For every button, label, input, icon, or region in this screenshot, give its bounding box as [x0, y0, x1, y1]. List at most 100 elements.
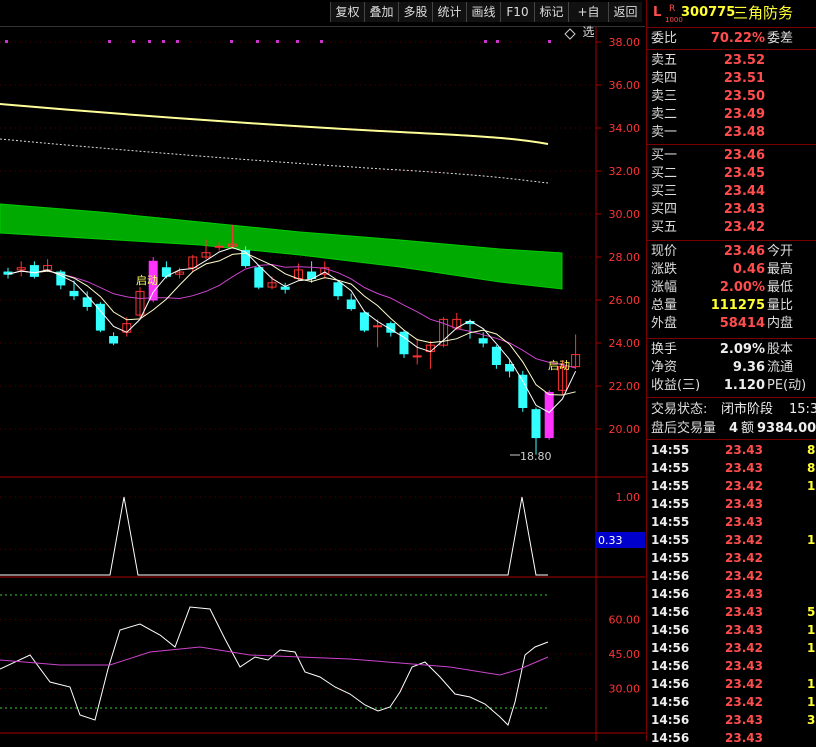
tick-time: 14:55 — [651, 551, 690, 565]
tick-row: 14:56 23.43 1 — [647, 621, 816, 639]
stat-value: 58414 — [719, 316, 765, 331]
stat-label: 总量 — [651, 298, 678, 313]
trend-band — [0, 203, 563, 290]
kline-chart[interactable]: 38.00 36.00 34.00 32.00 30.00 28.00 26.00 24.00… — [0, 27, 645, 741]
price-axis-label: 38.00 — [609, 36, 641, 49]
quote-panel: L R 1000 300775 三角防务 委比 70.22% 委差 卖五 23.52 卖四… — [646, 0, 816, 745]
stock-code: 300775 — [681, 5, 736, 20]
toolbar-button-2[interactable]: 多股 — [398, 2, 432, 22]
tick-price: 23.43 — [725, 587, 763, 601]
candle — [214, 245, 224, 248]
candle — [109, 336, 119, 344]
trade-status-time: 15:3 — [789, 402, 816, 417]
after-hours-volume: 4 — [729, 421, 739, 436]
signal-dot — [108, 40, 111, 43]
tick-price: 23.43 — [725, 731, 763, 745]
stat-row: 外盘 58414 内盘 — [647, 315, 816, 333]
candle — [491, 346, 501, 365]
toolbar-button-4[interactable]: 画线 — [466, 2, 500, 22]
tick-price: 23.42 — [725, 677, 763, 691]
tick-row: 14:56 23.43 5 — [647, 603, 816, 621]
stock-name: 三角防务 — [733, 4, 794, 22]
tick-row: 14:55 23.43 8 — [647, 441, 816, 459]
tick-price: 23.42 — [725, 695, 763, 709]
tick-price: 23.43 — [725, 605, 763, 619]
price-axis-label: 26.00 — [609, 294, 641, 307]
stat2-value: 1.120 — [723, 378, 765, 393]
badge-l: L — [653, 5, 662, 20]
ask-price: 23.52 — [723, 53, 765, 68]
toolbar-button-0[interactable]: 复权 — [330, 2, 364, 22]
signal-dot — [5, 40, 8, 43]
tick-time: 14:56 — [651, 623, 690, 637]
candle — [254, 267, 264, 288]
stat2-label-right: 流通 — [767, 360, 794, 375]
separator — [647, 27, 816, 28]
bid-row: 买四 23.43 — [647, 201, 816, 219]
stat-label-right: 内盘 — [767, 316, 794, 331]
separator — [647, 338, 816, 339]
toolbar-button-1[interactable]: 叠加 — [364, 2, 398, 22]
stat-label: 外盘 — [651, 316, 678, 331]
stat2-label: 收益(三) — [651, 378, 701, 393]
ind2-axis-label: 30.00 — [609, 683, 641, 696]
tick-time: 14:56 — [651, 659, 690, 673]
stat-row: 现价 23.46 今开 — [647, 243, 816, 261]
tick-time: 14:56 — [651, 641, 690, 655]
ask-label: 卖一 — [651, 125, 678, 140]
tick-row: 14:56 23.42 1 — [647, 639, 816, 657]
signal-dot — [296, 40, 299, 43]
tick-price: 23.43 — [725, 497, 763, 511]
tick-time: 14:56 — [651, 569, 690, 583]
tick-row: 14:56 23.42 1 — [647, 693, 816, 711]
weibi-label: 委比 — [651, 31, 678, 46]
stat2-row: 收益(三) 1.120 PE(动) — [647, 377, 816, 395]
bid-price: 23.43 — [723, 202, 765, 217]
tick-volume: 1 — [807, 623, 816, 637]
tick-row: 14:55 23.43 8 — [647, 459, 816, 477]
ask-price: 23.50 — [723, 89, 765, 104]
toolbar-button-3[interactable]: 统计 — [432, 2, 466, 22]
tick-row: 14:56 23.42 — [647, 567, 816, 585]
toolbar-button-7[interactable]: +自选 — [568, 2, 608, 39]
signal-dot — [148, 40, 151, 43]
toolbar-button-6[interactable]: 标记 — [534, 2, 568, 22]
separator — [647, 49, 816, 50]
price-axis-label: 34.00 — [609, 122, 641, 135]
ask-row: 卖三 23.50 — [647, 88, 816, 106]
toolbar-button-8[interactable]: 返回 — [608, 2, 642, 22]
tick-price: 23.43 — [725, 659, 763, 673]
tick-price: 23.42 — [725, 551, 763, 565]
stat2-label: 净资 — [651, 360, 678, 375]
tick-price: 23.42 — [725, 533, 763, 547]
bid-row: 买五 23.42 — [647, 219, 816, 237]
toolbar-button-5[interactable]: F10 — [500, 2, 534, 22]
stat2-value: 9.36 — [732, 360, 765, 375]
ask-label: 卖二 — [651, 107, 678, 122]
bid-label: 买五 — [651, 220, 678, 235]
tick-row: 14:55 23.42 1 — [647, 477, 816, 495]
stat-value: 2.00% — [719, 280, 765, 295]
stat-row: 涨跌 0.46 最高 — [647, 261, 816, 279]
after-hours-row: 盘后交易量 4 额 9384.00 — [647, 420, 816, 438]
bid-label: 买三 — [651, 184, 678, 199]
bid-label: 买二 — [651, 166, 678, 181]
signal-dot — [484, 40, 487, 43]
signal-dot — [548, 40, 551, 43]
ask-row: 卖一 23.48 — [647, 124, 816, 142]
price-axis-label: 24.00 — [609, 337, 641, 350]
ask-label: 卖五 — [651, 53, 678, 68]
ind2-signal-line — [0, 646, 549, 676]
bid-row: 买二 23.45 — [647, 165, 816, 183]
tick-volume: 8 — [807, 443, 816, 457]
stat-label: 现价 — [651, 244, 678, 259]
stat-value: 23.46 — [723, 244, 765, 259]
candle — [412, 355, 422, 358]
tick-time: 14:56 — [651, 587, 690, 601]
kline-chart-area[interactable]: 38.00 36.00 34.00 32.00 30.00 28.00 26.00 24.00… — [0, 27, 645, 741]
candle — [373, 325, 383, 328]
tick-time: 14:55 — [651, 497, 690, 511]
tick-price: 23.42 — [725, 479, 763, 493]
ask-price: 23.49 — [723, 107, 765, 122]
stat-label-right: 最高 — [767, 262, 794, 277]
